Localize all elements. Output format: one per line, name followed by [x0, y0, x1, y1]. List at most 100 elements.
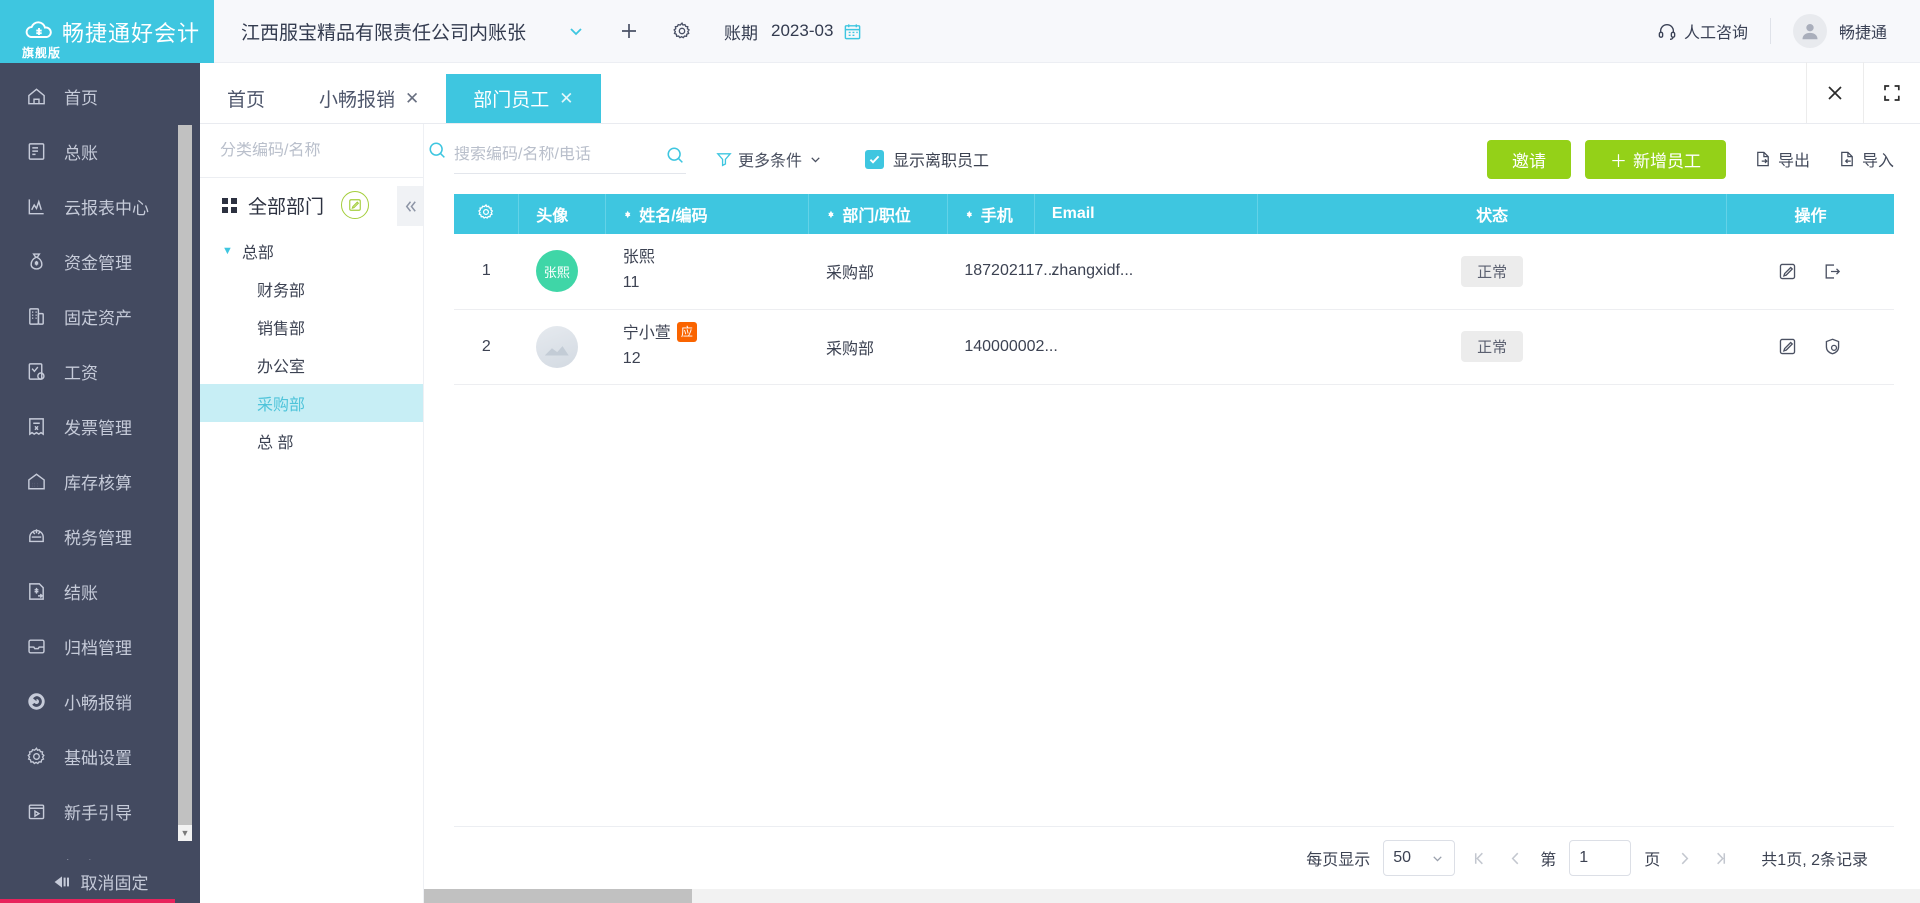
logout-arrow-icon[interactable] — [1823, 262, 1842, 281]
tab-label: 部门员工 — [473, 85, 549, 112]
sidebar-scrollbar-thumb[interactable] — [178, 125, 192, 825]
tab-close-icon[interactable]: ✕ — [405, 89, 419, 109]
employee-code: 12 — [623, 347, 809, 372]
sidebar-item-archive[interactable]: 归档管理 — [0, 619, 200, 674]
column-settings[interactable] — [454, 194, 519, 234]
search-input[interactable] — [454, 146, 665, 164]
sidebar-item-tax[interactable]: 税务管理 — [0, 509, 200, 564]
column-label: 姓名/编码 — [639, 202, 707, 226]
edit-icon[interactable] — [1778, 262, 1797, 281]
employee-table-wrapper: 头像 ▲▼ 姓名/编码 ▲▼ — [424, 194, 1920, 826]
sort-icon[interactable]: ▲▼ — [965, 213, 974, 215]
sidebar-item-fixed-assets[interactable]: 固定资产 — [0, 289, 200, 344]
more-filters-button[interactable]: 更多条件 — [716, 147, 823, 171]
column-phone[interactable]: ▲▼ 手机 — [947, 194, 1034, 234]
sidebar-label: 工资 — [64, 359, 98, 384]
tree-node-headquarters-dup[interactable]: 总 部 — [200, 422, 423, 460]
invite-button[interactable]: 邀请 — [1487, 140, 1571, 179]
add-employee-button[interactable]: ＋ 新增员工 — [1585, 140, 1726, 179]
plus-icon[interactable] — [618, 20, 640, 42]
sidebar-label: 资金管理 — [64, 249, 132, 274]
close-icon[interactable] — [1807, 62, 1863, 123]
shield-icon[interactable] — [1823, 337, 1842, 356]
page-unit: 页 — [1644, 846, 1660, 870]
column-label: 操作 — [1794, 208, 1826, 225]
horizontal-scrollbar-thumb[interactable] — [424, 889, 692, 903]
page-size-value: 50 — [1393, 849, 1422, 867]
edit-pencil-icon[interactable] — [341, 191, 369, 219]
sidebar-item-closing[interactable]: 结账 — [0, 564, 200, 619]
tree-node-headquarters[interactable]: ▼ 总部 — [200, 232, 423, 270]
sidebar-scrollbar[interactable] — [178, 125, 192, 841]
sidebar-label: 基础设置 — [64, 744, 132, 769]
edit-icon[interactable] — [1778, 337, 1797, 356]
tree-node-purchasing[interactable]: 采购部 — [200, 384, 423, 422]
import-button[interactable]: 导入 — [1838, 147, 1894, 171]
company-name: 江西服宝精品有限责任公司内账张 — [241, 18, 526, 45]
sidebar-item-home[interactable]: 首页 — [0, 69, 200, 124]
sidebar-item-member[interactable]: 好会员 — [0, 839, 200, 860]
page-number-input[interactable] — [1569, 840, 1631, 876]
sidebar-item-ledger[interactable]: 总账 — [0, 124, 200, 179]
home-icon — [25, 86, 47, 108]
department-search-input[interactable] — [220, 142, 427, 160]
sidebar-item-basic-settings[interactable]: 基础设置 — [0, 729, 200, 784]
chart-icon — [25, 196, 47, 218]
sidebar-scroll-down-arrow[interactable]: ▼ — [178, 825, 192, 841]
employee-tag-badge: 应 — [677, 322, 697, 343]
tab-home[interactable]: 首页 — [200, 74, 292, 123]
last-page-icon[interactable] — [1709, 850, 1732, 867]
show-resigned-checkbox[interactable]: 显示离职员工 — [865, 147, 989, 171]
chevron-down-icon[interactable] — [566, 21, 586, 41]
tree-node-finance[interactable]: 财务部 — [200, 270, 423, 308]
sidebar-label: 库存核算 — [64, 469, 132, 494]
column-dept-position[interactable]: ▲▼ 部门/职位 — [809, 194, 947, 234]
sidebar-item-invoice[interactable]: 发票管理 — [0, 399, 200, 454]
search-icon[interactable] — [427, 140, 448, 161]
gear-icon — [25, 746, 47, 768]
grid-icon — [222, 198, 237, 213]
sidebar-label: 新手引导 — [64, 799, 132, 824]
tab-department-employee[interactable]: 部门员工 ✕ — [446, 74, 600, 123]
calendar-icon[interactable] — [843, 22, 862, 41]
sidebar-item-guide[interactable]: 新手引导 — [0, 784, 200, 839]
first-page-icon[interactable] — [1468, 850, 1491, 867]
sort-icon[interactable]: ▲▼ — [623, 213, 632, 215]
sidebar-item-reimburse[interactable]: 小畅报销 — [0, 674, 200, 729]
avatar: 张熙 — [536, 250, 578, 292]
tab-close-icon[interactable]: ✕ — [559, 89, 573, 109]
gear-icon[interactable] — [672, 21, 692, 41]
sidebar-pin-toggle[interactable]: 取消固定 — [0, 860, 200, 903]
department-all-row[interactable]: 全部部门 — [200, 178, 423, 232]
tree-node-office[interactable]: 办公室 — [200, 346, 423, 384]
sidebar-label: 小畅报销 — [64, 689, 132, 714]
table-row[interactable]: 1 张熙 张熙 11 采购部 187202117... zh — [454, 234, 1894, 309]
tab-reimbursement[interactable]: 小畅报销 ✕ — [292, 74, 446, 123]
sidebar-item-inventory[interactable]: 库存核算 — [0, 454, 200, 509]
page-size-select[interactable]: 50 — [1383, 840, 1455, 876]
fullscreen-icon[interactable] — [1864, 62, 1920, 123]
user-avatar-icon — [1793, 14, 1827, 48]
user-menu[interactable]: 畅捷通 — [1793, 14, 1887, 48]
sidebar-label: 归档管理 — [64, 634, 132, 659]
period-value[interactable]: 2023-03 — [771, 21, 833, 41]
horizontal-scrollbar[interactable] — [424, 889, 1920, 903]
gear-icon[interactable] — [477, 203, 495, 221]
next-page-icon[interactable] — [1673, 850, 1696, 867]
sidebar-item-cloud-reports[interactable]: 云报表中心 — [0, 179, 200, 234]
support-button[interactable]: 人工咨询 — [1657, 19, 1748, 43]
double-chevron-left-icon[interactable] — [397, 186, 423, 226]
tree-node-sales[interactable]: 销售部 — [200, 308, 423, 346]
table-row[interactable]: 2 宁小萱应 12 采购部 — [454, 309, 1894, 384]
export-button[interactable]: 导出 — [1754, 147, 1810, 171]
status-badge: 正常 — [1461, 256, 1523, 287]
sort-icon[interactable]: ▲▼ — [826, 213, 835, 215]
sidebar-item-payroll[interactable]: 工资 — [0, 344, 200, 399]
department-panel: 全部部门 ▼ 总部 财务部 销售部 办公室 — [200, 124, 424, 903]
search-icon[interactable] — [665, 145, 686, 166]
caret-down-icon[interactable]: ▼ — [222, 245, 233, 257]
column-name-code[interactable]: ▲▼ 姓名/编码 — [606, 194, 809, 234]
prev-page-icon[interactable] — [1504, 850, 1527, 867]
sidebar-item-funds[interactable]: 资金管理 — [0, 234, 200, 289]
top-bar-right: 人工咨询 畅捷通 — [1657, 14, 1920, 48]
